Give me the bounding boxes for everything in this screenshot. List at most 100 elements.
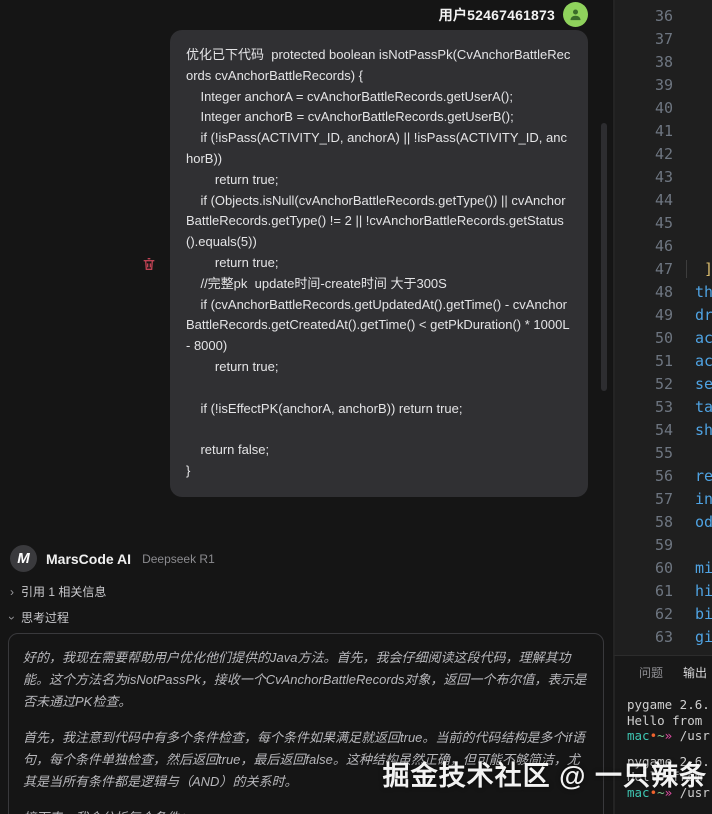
- line-number: 43: [654, 167, 673, 186]
- line-number: 37: [654, 29, 673, 48]
- line-number: 40: [654, 98, 673, 117]
- editor-line[interactable]: 54 sha: [615, 418, 712, 441]
- editor-line[interactable]: 56 rea: [615, 464, 712, 487]
- reference-toggle[interactable]: › 引用 1 相关信息: [10, 583, 106, 600]
- user-header: 用户52467461873: [439, 2, 588, 27]
- assistant-model: Deepseek R1: [142, 551, 215, 566]
- line-number: 47: [654, 259, 673, 278]
- code-fragment: dra: [695, 305, 712, 324]
- user-name: 用户52467461873: [438, 6, 555, 23]
- user-avatar[interactable]: [563, 2, 588, 27]
- line-number: 55: [654, 443, 673, 462]
- thinking-paragraph: 接下来，我会分析每个条件：: [23, 807, 589, 814]
- editor-line[interactable]: 37: [615, 27, 712, 50]
- marscode-logo-icon: M: [10, 545, 37, 572]
- line-number: 48: [654, 282, 673, 301]
- line-number: 56: [654, 466, 673, 485]
- terminal-line: pygame 2.6.: [627, 697, 710, 712]
- code-fragment: mid: [695, 558, 712, 577]
- line-number: 50: [654, 328, 673, 347]
- person-icon: [570, 9, 581, 21]
- editor-line[interactable]: 43: [615, 165, 712, 188]
- line-number: 49: [654, 305, 673, 324]
- editor-line[interactable]: 52 sen: [615, 372, 712, 395]
- editor-line[interactable]: 53 tak: [615, 395, 712, 418]
- editor-line[interactable]: 36: [615, 4, 712, 27]
- editor-line[interactable]: 60 mid: [615, 556, 712, 579]
- user-message-bubble: 优化已下代码 protected boolean isNotPassPk(CvA…: [170, 30, 588, 497]
- line-number: 39: [654, 75, 673, 94]
- code-fragment: sen: [695, 374, 712, 393]
- code-fragment: ]: [686, 259, 712, 278]
- editor-line[interactable]: 46: [615, 234, 712, 257]
- editor-line[interactable]: 44: [615, 188, 712, 211]
- line-number: 38: [654, 52, 673, 71]
- code-fragment: hig: [695, 581, 712, 600]
- delete-message-icon[interactable]: [141, 255, 157, 273]
- chat-scrollbar[interactable]: [601, 123, 607, 391]
- code-fragment: the: [695, 282, 712, 301]
- editor-line[interactable]: 55: [615, 441, 712, 464]
- code-fragment: tak: [695, 397, 712, 416]
- assistant-name: MarsCode AI: [46, 550, 132, 567]
- chat-panel: 用户52467461873 优化已下代码 protected boolean i…: [0, 0, 612, 814]
- editor-line[interactable]: 49 dra: [615, 303, 712, 326]
- editor-line[interactable]: 42: [615, 142, 712, 165]
- code-fragment: act: [695, 328, 712, 347]
- line-number: 62: [654, 604, 673, 623]
- code-fragment: act: [695, 351, 712, 370]
- code-fragment: inv: [695, 489, 712, 508]
- chevron-down-icon: ›: [5, 615, 19, 620]
- line-number: 60: [654, 558, 673, 577]
- watermark: 掘金技术社区 @ 一只辣条: [382, 761, 707, 791]
- editor-line[interactable]: 40: [615, 96, 712, 119]
- thinking-paragraph: 好的，我现在需要帮助用户优化他们提供的Java方法。首先，我会仔细阅读这段代码，…: [23, 650, 587, 709]
- panel-tabs: 问题 输出: [615, 656, 712, 687]
- line-number: 59: [654, 535, 673, 554]
- line-number: 36: [654, 6, 673, 25]
- line-number: 53: [654, 397, 673, 416]
- editor-line[interactable]: 63 git: [615, 625, 712, 648]
- line-number: 54: [654, 420, 673, 439]
- editor-lines: 36 37 38 39 40 41 42 43 44 45 46 47] 48 the 49 dra 50 act…: [615, 4, 712, 648]
- line-number: 45: [654, 213, 673, 232]
- line-number: 52: [654, 374, 673, 393]
- line-number: 63: [654, 627, 673, 646]
- line-number: 61: [654, 581, 673, 600]
- assistant-header: M MarsCode AI Deepseek R1: [10, 545, 215, 572]
- code-fragment: git: [695, 627, 712, 646]
- panel-tab-输出[interactable]: 输出: [683, 664, 707, 681]
- line-number: 57: [654, 489, 673, 508]
- terminal-line: Hello from: [627, 712, 710, 728]
- editor-line[interactable]: 50 act: [615, 326, 712, 349]
- editor-line[interactable]: 41: [615, 119, 712, 142]
- line-number: 51: [654, 351, 673, 370]
- editor-line[interactable]: 48 the: [615, 280, 712, 303]
- panel-tab-问题[interactable]: 问题: [639, 664, 663, 681]
- editor-line[interactable]: 59: [615, 533, 712, 556]
- app-window: 用户52467461873 优化已下代码 protected boolean i…: [0, 0, 712, 814]
- code-fragment: rea: [695, 466, 712, 485]
- editor-line[interactable]: 62 big: [615, 602, 712, 625]
- thinking-toggle[interactable]: › 思考过程: [5, 609, 70, 626]
- code-fragment: big: [695, 604, 712, 623]
- editor-line[interactable]: 51 act: [615, 349, 712, 372]
- line-number: 46: [654, 236, 673, 255]
- terminal-prompt-line: mac•~» /usr: [627, 728, 710, 743]
- code-fragment: odo: [695, 512, 712, 531]
- editor-line[interactable]: 38: [615, 50, 712, 73]
- thinking-toggle-label: 思考过程: [21, 611, 70, 625]
- editor-line[interactable]: 58 odo: [615, 510, 712, 533]
- editor-line[interactable]: 45: [615, 211, 712, 234]
- line-number: 41: [654, 121, 673, 140]
- editor-line[interactable]: 47]: [615, 257, 712, 280]
- editor-line[interactable]: 61 hig: [615, 579, 712, 602]
- code-fragment: sha: [695, 420, 712, 439]
- chevron-right-icon: ›: [10, 584, 14, 599]
- editor-line[interactable]: 57 inv: [615, 487, 712, 510]
- reference-toggle-label: 引用 1 相关信息: [21, 585, 107, 599]
- editor-line[interactable]: 39: [615, 73, 712, 96]
- line-number: 58: [654, 512, 673, 531]
- line-number: 42: [654, 144, 673, 163]
